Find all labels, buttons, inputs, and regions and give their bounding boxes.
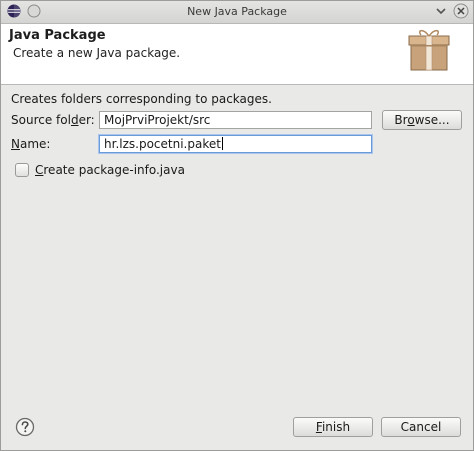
name-label: Name: [11,137,51,151]
text-caret [221,137,223,150]
intro-text: Creates folders corresponding to package… [11,92,272,106]
finish-button[interactable]: Finish [293,417,373,437]
close-icon[interactable] [453,3,469,19]
window-title: New Java Package [187,5,287,18]
create-package-info-checkbox[interactable] [15,163,29,177]
package-name-input[interactable]: hr.lzs.pocetni.paket [99,135,372,153]
header-description: Create a new Java package. [13,46,181,60]
wizard-header: Java Package Create a new Java package. [1,24,473,85]
header-title: Java Package [9,28,106,43]
cancel-button[interactable]: Cancel [381,417,461,437]
source-folder-input[interactable]: MojPrviProjekt/src [99,111,372,129]
help-icon[interactable] [15,417,35,437]
minimize-icon[interactable] [433,3,449,19]
package-icon [403,28,455,74]
create-package-info-label[interactable]: Create package-info.java [35,163,185,177]
source-folder-label: Source folder: [11,113,95,127]
new-java-package-dialog: New Java Package Java Package Create a n… [0,0,474,451]
title-bar[interactable]: New Java Package [1,1,473,24]
browse-button[interactable]: Browse... [382,110,462,130]
